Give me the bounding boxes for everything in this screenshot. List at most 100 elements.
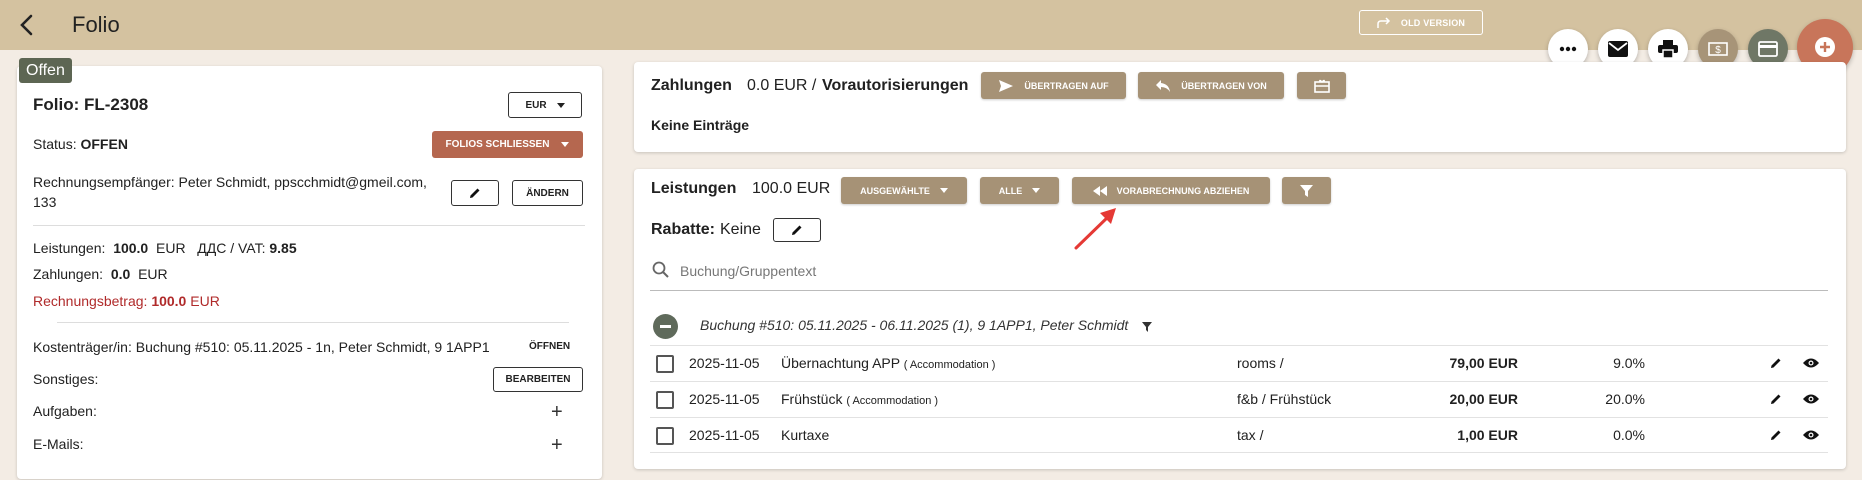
- table-row[interactable]: 2025-11-05 Kurtaxe tax / 1,00 EUR 0.0%: [650, 417, 1828, 453]
- close-folio-label: FOLIOS SCHLIESSEN: [445, 139, 550, 150]
- tasks-label: Aufgaben:: [33, 403, 97, 419]
- row-checkbox[interactable]: [656, 391, 674, 409]
- row-amount: 20,00 EUR: [1449, 391, 1518, 407]
- add-task-icon[interactable]: +: [551, 402, 563, 422]
- recipient-value: Peter Schmidt, ppscchmidt@gmeil.com,: [178, 174, 427, 190]
- pencil-icon: [470, 188, 480, 198]
- payments-label: Zahlungen:: [33, 266, 104, 282]
- change-recipient-button[interactable]: ÄNDERN: [512, 180, 583, 206]
- edit-misc-button[interactable]: BEARBEITEN: [493, 367, 583, 392]
- fast-rewind-icon: [1092, 185, 1107, 196]
- payments-amount: 0.0 EUR /: [747, 77, 817, 94]
- services-value: 100.0: [113, 240, 149, 256]
- edit-discount-button[interactable]: [773, 218, 821, 242]
- chevron-down-icon: [561, 142, 570, 147]
- discounts-value: Keine: [720, 221, 761, 238]
- row-name: Frühstück ( Accommodation ): [781, 391, 938, 407]
- filter-icon: [1300, 184, 1313, 197]
- row-type: ( Accommodation ): [903, 359, 996, 371]
- edit-label: BEARBEITEN: [505, 374, 571, 385]
- status-label: Status:: [33, 136, 77, 152]
- add-email-icon[interactable]: +: [551, 435, 563, 455]
- pencil-icon[interactable]: [1769, 356, 1783, 370]
- table-row[interactable]: 2025-11-05 Frühstück ( Accommodation ) f…: [650, 381, 1828, 417]
- invoice-currency: EUR: [190, 293, 220, 309]
- services-amount: 100.0 EUR: [752, 180, 831, 197]
- transfer-from-button[interactable]: ÜBERTRAGEN VON: [1138, 72, 1284, 99]
- selected-dropdown-button[interactable]: AUSGEWÄHLTE: [841, 177, 967, 204]
- svg-text:$: $: [1715, 45, 1721, 56]
- edit-recipient-button[interactable]: [451, 180, 499, 206]
- chevron-down-icon: [556, 102, 565, 108]
- vat-label: ДДС / VAT:: [197, 240, 266, 256]
- recipient-label: Rechnungsempfänger:: [33, 174, 175, 190]
- all-dropdown-button[interactable]: ALLE: [980, 177, 1059, 204]
- currency-value: EUR: [525, 99, 547, 111]
- open-booking-button[interactable]: ÖFFNEN: [529, 341, 570, 352]
- row-checkbox[interactable]: [656, 427, 674, 445]
- back-arrow-icon[interactable]: [14, 12, 40, 38]
- vat-value: 9.85: [269, 240, 297, 256]
- services-summary: Leistungen: 100.0 EUR ДДС / VAT: 9.85: [33, 240, 297, 256]
- payments-title: Zahlungen: [651, 77, 732, 94]
- pencil-icon[interactable]: [1769, 428, 1783, 442]
- transfer-to-button[interactable]: ÜBERTRAGEN AUF: [981, 72, 1126, 99]
- invoice-total: Rechnungsbetrag: 100.0 EUR: [33, 293, 220, 309]
- row-date: 2025-11-05: [689, 427, 760, 443]
- preauth-title: Vorautorisierungen: [822, 77, 969, 94]
- selected-label: AUSGEWÄHLTE: [860, 185, 930, 196]
- table-row[interactable]: 2025-11-05 Übernachtung APP ( Accommodat…: [650, 345, 1828, 381]
- row-vat: 0.0%: [1613, 427, 1645, 443]
- row-type: ( Accommodation ): [846, 395, 939, 407]
- gift-card-icon: [1313, 79, 1330, 93]
- payer-label: Kostenträger/in:: [33, 339, 132, 355]
- search-icon: [652, 261, 669, 278]
- row-vat: 9.0%: [1613, 355, 1645, 371]
- row-name-text: Übernachtung APP: [781, 355, 900, 371]
- search-underline: [650, 290, 1828, 291]
- close-folio-button[interactable]: FOLIOS SCHLIESSEN: [432, 131, 583, 158]
- filter-button[interactable]: [1282, 177, 1331, 204]
- row-date: 2025-11-05: [689, 391, 760, 407]
- row-name-text: Kurtaxe: [781, 427, 830, 443]
- discounts-label: Rabatte:: [651, 221, 716, 238]
- status-value: OFFEN: [80, 136, 128, 152]
- page-title: Folio: [72, 12, 120, 37]
- divider: [57, 322, 569, 323]
- payments-summary: Zahlungen: 0.0 EUR: [33, 266, 168, 282]
- collapse-icon[interactable]: [653, 314, 678, 339]
- chevron-down-icon: [1032, 188, 1041, 193]
- redo-icon: [1377, 16, 1390, 28]
- booking-group-text: Buchung #510: 05.11.2025 - 06.11.2025 (1…: [700, 317, 1129, 333]
- invoice-value: 100.0: [151, 293, 187, 309]
- chevron-down-icon: [939, 188, 948, 193]
- pencil-icon[interactable]: [1769, 392, 1783, 406]
- transfer-from-label: ÜBERTRAGEN VON: [1181, 80, 1267, 91]
- payer-value: Buchung #510: 05.11.2025 - 1n, Peter Sch…: [135, 339, 490, 355]
- row-amount: 1,00 EUR: [1457, 427, 1518, 443]
- reply-icon: [1156, 79, 1171, 92]
- currency-select[interactable]: EUR: [508, 92, 582, 118]
- old-version-label: OLD VERSION: [1400, 17, 1466, 28]
- row-checkbox[interactable]: [656, 355, 674, 373]
- voucher-button[interactable]: [1297, 72, 1346, 99]
- recipient-row: Rechnungsempfänger: Peter Schmidt, ppscc…: [33, 174, 427, 190]
- no-entries-text: Keine Einträge: [651, 117, 750, 133]
- row-date: 2025-11-05: [689, 355, 760, 371]
- payer-row: Kostenträger/in: Buchung #510: 05.11.202…: [33, 339, 490, 355]
- row-amount: 79,00 EUR: [1449, 355, 1518, 371]
- old-version-button[interactable]: OLD VERSION: [1359, 10, 1483, 35]
- payments-currency: EUR: [138, 266, 168, 282]
- status-badge: Offen: [19, 58, 72, 83]
- invoice-label: Rechnungsbetrag:: [33, 293, 148, 309]
- search-input[interactable]: Buchung/Gruppentext: [680, 263, 816, 279]
- emails-label: E-Mails:: [33, 436, 84, 452]
- eye-icon[interactable]: [1803, 357, 1819, 369]
- eye-icon[interactable]: [1803, 393, 1819, 405]
- eye-icon[interactable]: [1803, 429, 1819, 441]
- deduct-prepayment-button[interactable]: VORABRECHNUNG ABZIEHEN: [1072, 177, 1270, 204]
- row-name-text: Frühstück: [781, 391, 843, 407]
- divider: [33, 225, 585, 226]
- services-title: Leistungen: [651, 180, 737, 197]
- filter-icon[interactable]: [1142, 322, 1152, 332]
